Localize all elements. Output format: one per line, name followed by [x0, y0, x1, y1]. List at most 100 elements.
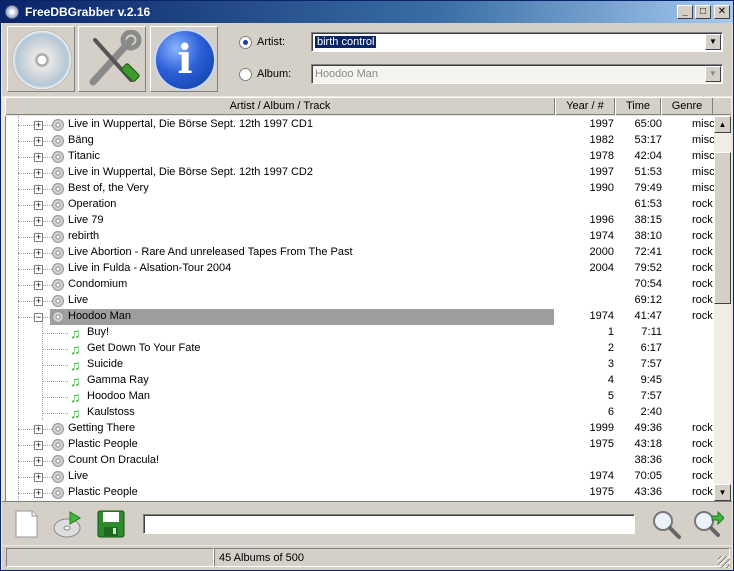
expand-icon[interactable]: + — [34, 121, 43, 130]
album-row[interactable]: + Live 1974 70:05 rock — [6, 469, 714, 485]
expand-icon[interactable]: + — [34, 185, 43, 194]
expand-icon[interactable]: + — [34, 153, 43, 162]
row-year: 1974 — [589, 470, 614, 482]
search-next-icon[interactable] — [692, 508, 724, 540]
row-time: 69:12 — [634, 294, 662, 306]
title-bar[interactable]: FreeDBGrabber v.2.16 _ □ ✕ — [1, 1, 733, 23]
album-disc-icon — [52, 231, 64, 243]
column-genre[interactable]: Genre — [661, 98, 713, 115]
album-title: Live — [68, 294, 89, 306]
maximize-button[interactable]: □ — [695, 5, 711, 19]
track-row[interactable]: ♫ Hoodoo Man 5 7:57 — [6, 389, 714, 405]
album-row[interactable]: + Plastic People 1975 43:18 rock — [6, 437, 714, 453]
track-row[interactable]: ♫ Gamma Ray 4 9:45 — [6, 373, 714, 389]
expand-icon[interactable]: + — [34, 473, 43, 482]
album-disc-icon — [52, 423, 64, 435]
expand-icon[interactable]: + — [34, 201, 43, 210]
album-disc-icon — [52, 167, 64, 179]
expand-icon[interactable]: + — [34, 169, 43, 178]
row-time: 2:40 — [640, 406, 662, 418]
column-time[interactable]: Time — [615, 98, 661, 115]
album-row[interactable]: + Getting There 1999 49:36 rock — [6, 421, 714, 437]
row-year: 3 — [607, 358, 614, 370]
row-time: 43:18 — [634, 438, 662, 450]
album-row[interactable]: + Operation 61:53 rock — [6, 197, 714, 213]
album-row[interactable]: + Best of, the Very 1990 79:49 misc — [6, 181, 715, 197]
row-year: 6 — [607, 406, 614, 418]
expand-icon[interactable]: + — [34, 249, 43, 258]
expand-icon[interactable]: + — [34, 233, 43, 242]
album-row[interactable]: + Live in Wuppertal, Die Börse Sept. 12th… — [6, 165, 715, 181]
row-genre: rock — [692, 278, 713, 290]
save-icon[interactable] — [95, 508, 127, 540]
album-combobox[interactable]: Hoodoo Man ▼ — [311, 64, 723, 84]
album-row[interactable]: + rebirth 1974 38:10 rock — [6, 229, 714, 245]
search-icon[interactable] — [650, 508, 682, 540]
track-row[interactable]: ♫ Kaulstoss 6 2:40 — [6, 405, 714, 421]
export-disc-icon[interactable] — [52, 508, 84, 540]
search-input[interactable] — [143, 514, 635, 534]
expand-icon[interactable]: + — [34, 217, 43, 226]
album-disc-icon — [52, 135, 64, 147]
artist-combobox[interactable]: birth control ▼ — [311, 32, 723, 52]
album-row[interactable]: + Live in Fulda - Alsation-Tour 2004 2004 7… — [6, 261, 714, 277]
scroll-up-button[interactable]: ▲ — [714, 116, 731, 133]
track-title: Hoodoo Man — [87, 390, 150, 402]
album-row[interactable]: + Count On Dracula! 38:36 rock — [6, 453, 714, 469]
status-progress — [6, 548, 214, 567]
row-time: 79:52 — [634, 262, 662, 274]
album-row[interactable]: + Condomium 70:54 rock — [6, 277, 714, 293]
artist-label: Artist: — [257, 36, 286, 48]
column-title[interactable]: Artist / Album / Track — [5, 98, 555, 115]
chevron-down-icon: ▼ — [705, 66, 721, 82]
expand-icon[interactable]: + — [34, 457, 43, 466]
album-radio[interactable] — [239, 68, 252, 81]
column-year[interactable]: Year / # — [555, 98, 615, 115]
artist-value[interactable]: birth control — [315, 36, 377, 48]
new-document-icon[interactable] — [10, 508, 42, 540]
row-year: 5 — [607, 390, 614, 402]
album-row[interactable]: + Live 79 1996 38:15 rock — [6, 213, 714, 229]
album-row[interactable]: + Plastic People 1975 43:36 rock — [6, 485, 714, 501]
track-row[interactable]: ♫ Suicide 3 7:57 — [6, 357, 714, 373]
row-time: 43:36 — [634, 486, 662, 498]
album-row[interactable]: + Live Abortion - Rare And unreleased Tap… — [6, 245, 714, 261]
album-row[interactable]: + Live 69:12 rock — [6, 293, 714, 309]
app-icon[interactable] — [5, 5, 19, 19]
scroll-thumb[interactable] — [714, 152, 731, 304]
expand-icon[interactable]: + — [34, 297, 43, 306]
track-row[interactable]: ♫ Get Down To Your Fate 2 6:17 — [6, 341, 714, 357]
row-year: 1997 — [589, 166, 614, 178]
album-tree[interactable]: + Live in Wuppertal, Die Börse Sept. 12th… — [5, 116, 731, 501]
minimize-button[interactable]: _ — [677, 5, 693, 19]
expand-icon[interactable]: + — [34, 441, 43, 450]
cd-button[interactable] — [7, 26, 75, 92]
track-row[interactable]: ♫ Buy! 1 7:11 — [6, 325, 714, 341]
expand-icon[interactable]: + — [34, 265, 43, 274]
album-row[interactable]: + Titanic 1978 42:04 misc — [6, 149, 715, 165]
expand-icon[interactable]: + — [34, 489, 43, 498]
expand-icon[interactable]: + — [34, 137, 43, 146]
expand-icon[interactable]: + — [34, 281, 43, 290]
album-row[interactable]: + Live in Wuppertal, Die Börse Sept. 12th… — [6, 117, 715, 133]
row-year: 2004 — [589, 262, 614, 274]
artist-radio[interactable] — [239, 36, 252, 49]
album-value: Hoodoo Man — [315, 68, 378, 80]
resize-grip[interactable] — [718, 556, 730, 568]
cd-disc-icon — [12, 30, 72, 90]
vertical-scrollbar[interactable]: ▲ ▼ — [714, 116, 731, 501]
row-time: 53:17 — [634, 134, 662, 146]
chevron-down-icon[interactable]: ▼ — [705, 34, 721, 50]
album-row[interactable]: + Bäng 1982 53:17 misc — [6, 133, 715, 149]
close-button[interactable]: ✕ — [714, 5, 730, 19]
info-button[interactable]: i — [150, 26, 218, 92]
expand-icon[interactable]: + — [34, 425, 43, 434]
collapse-icon[interactable]: − — [34, 313, 43, 322]
row-time: 6:17 — [640, 342, 662, 354]
scroll-down-button[interactable]: ▼ — [714, 484, 731, 501]
album-disc-icon — [52, 151, 64, 163]
album-title: Bäng — [68, 134, 94, 146]
settings-button[interactable] — [78, 26, 146, 92]
album-row[interactable]: − Hoodoo Man 1974 41:47 rock — [6, 309, 714, 325]
album-disc-icon — [52, 199, 64, 211]
